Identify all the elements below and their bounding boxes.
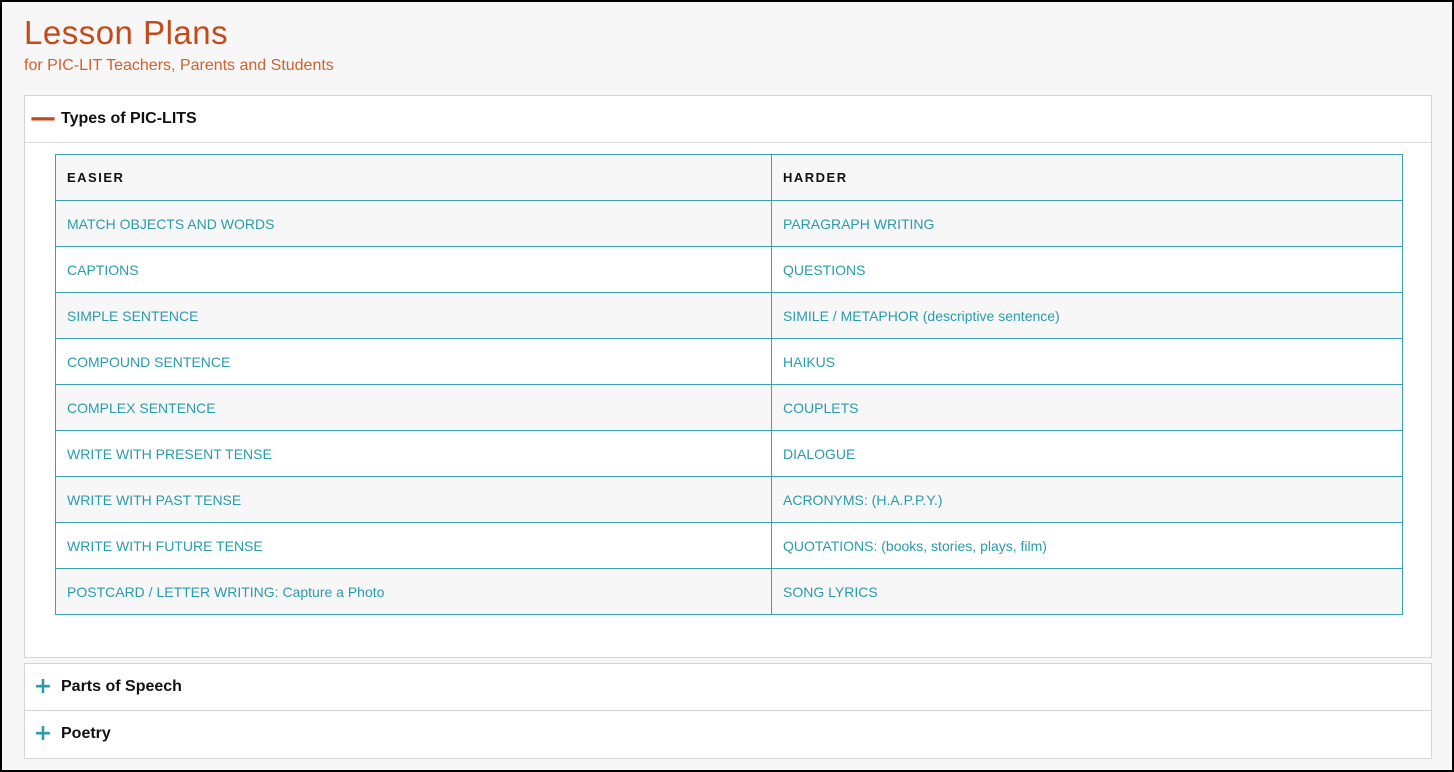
table-cell-harder: QUESTIONS — [771, 246, 1403, 293]
minus-icon: — — [30, 102, 56, 133]
lesson-link[interactable]: PARAGRAPH WRITING — [783, 216, 934, 232]
table-cell-easier: CAPTIONS — [55, 246, 772, 293]
lesson-link[interactable]: SIMILE / METAPHOR (descriptive sentence) — [783, 308, 1060, 324]
table-row: MATCH OBJECTS AND WORDS PARAGRAPH WRITIN… — [55, 200, 1403, 247]
lesson-link[interactable]: HAIKUS — [783, 354, 835, 370]
lesson-link[interactable]: WRITE WITH PRESENT TENSE — [67, 446, 272, 462]
lesson-link[interactable]: WRITE WITH FUTURE TENSE — [67, 538, 263, 554]
lesson-link[interactable]: QUOTATIONS: (books, stories, plays, film… — [783, 538, 1047, 554]
lesson-link[interactable]: COMPLEX SENTENCE — [67, 400, 216, 416]
table-cell-easier: COMPLEX SENTENCE — [55, 384, 772, 431]
accordion-title-poetry: Poetry — [61, 725, 111, 742]
table-row: CAPTIONS QUESTIONS — [55, 246, 1403, 293]
lesson-link[interactable]: COUPLETS — [783, 400, 858, 416]
table-row: SIMPLE SENTENCE SIMILE / METAPHOR (descr… — [55, 292, 1403, 339]
pic-lits-table-wrap: EASIER HARDER MATCH OBJECTS AND WORDS PA… — [55, 154, 1403, 615]
lesson-link[interactable]: CAPTIONS — [67, 262, 139, 278]
table-row: WRITE WITH PRESENT TENSE DIALOGUE — [55, 430, 1403, 477]
lesson-link[interactable]: COMPOUND SENTENCE — [67, 354, 230, 370]
table-cell-easier: WRITE WITH PAST TENSE — [55, 476, 772, 523]
accordion-header-poetry[interactable]: + Poetry — [25, 710, 1431, 757]
page-subtitle: for PIC-LIT Teachers, Parents and Studen… — [24, 57, 334, 74]
accordion-header-parts-of-speech[interactable]: + Parts of Speech — [25, 664, 1431, 710]
table-cell-easier: POSTCARD / LETTER WRITING: Capture a Pho… — [55, 568, 772, 615]
lesson-link[interactable]: DIALOGUE — [783, 446, 855, 462]
page-frame: Lesson Plans for PIC-LIT Teachers, Paren… — [0, 0, 1454, 772]
table-cell-easier: SIMPLE SENTENCE — [55, 292, 772, 339]
table-header-row: EASIER HARDER — [55, 154, 1403, 201]
accordion-title-types: Types of PIC-LITS — [61, 110, 197, 127]
table-cell-harder: SIMILE / METAPHOR (descriptive sentence) — [771, 292, 1403, 339]
table-cell-harder: SONG LYRICS — [771, 568, 1403, 615]
column-header-easier: EASIER — [55, 154, 772, 201]
table-cell-harder: ACRONYMS: (H.A.P.P.Y.) — [771, 476, 1403, 523]
table-cell-harder: QUOTATIONS: (books, stories, plays, film… — [771, 522, 1403, 569]
lesson-link[interactable]: SONG LYRICS — [783, 584, 878, 600]
column-header-harder: HARDER — [771, 154, 1403, 201]
table-cell-easier: COMPOUND SENTENCE — [55, 338, 772, 385]
table-cell-easier: WRITE WITH FUTURE TENSE — [55, 522, 772, 569]
plus-icon: + — [33, 674, 53, 699]
page-title: Lesson Plans — [24, 14, 229, 51]
table-cell-harder: HAIKUS — [771, 338, 1403, 385]
table-cell-harder: PARAGRAPH WRITING — [771, 200, 1403, 247]
table-cell-harder: COUPLETS — [771, 384, 1403, 431]
lesson-link[interactable]: WRITE WITH PAST TENSE — [67, 492, 241, 508]
lesson-link[interactable]: SIMPLE SENTENCE — [67, 308, 198, 324]
table-row: COMPOUND SENTENCE HAIKUS — [55, 338, 1403, 385]
lesson-link[interactable]: QUESTIONS — [783, 262, 865, 278]
table-row: POSTCARD / LETTER WRITING: Capture a Pho… — [55, 568, 1403, 615]
pic-lits-table: EASIER HARDER MATCH OBJECTS AND WORDS PA… — [55, 154, 1403, 615]
table-cell-easier: MATCH OBJECTS AND WORDS — [55, 200, 772, 247]
lesson-link[interactable]: ACRONYMS: (H.A.P.P.Y.) — [783, 492, 943, 508]
plus-icon: + — [33, 721, 53, 746]
accordion-panel-types: — Types of PIC-LITS EASIER HARDER MATCH … — [24, 95, 1432, 658]
lesson-link[interactable]: POSTCARD / LETTER WRITING: Capture a Pho… — [67, 584, 384, 600]
accordion-title-parts-of-speech: Parts of Speech — [61, 678, 182, 695]
table-row: COMPLEX SENTENCE COUPLETS — [55, 384, 1403, 431]
table-row: WRITE WITH FUTURE TENSE QUOTATIONS: (boo… — [55, 522, 1403, 569]
accordion-header-types[interactable]: — Types of PIC-LITS — [25, 96, 1431, 143]
table-cell-easier: WRITE WITH PRESENT TENSE — [55, 430, 772, 477]
lesson-link[interactable]: MATCH OBJECTS AND WORDS — [67, 216, 274, 232]
accordion-panel-collapsed: + Parts of Speech + Poetry — [24, 663, 1432, 759]
table-row: WRITE WITH PAST TENSE ACRONYMS: (H.A.P.P… — [55, 476, 1403, 523]
table-cell-harder: DIALOGUE — [771, 430, 1403, 477]
